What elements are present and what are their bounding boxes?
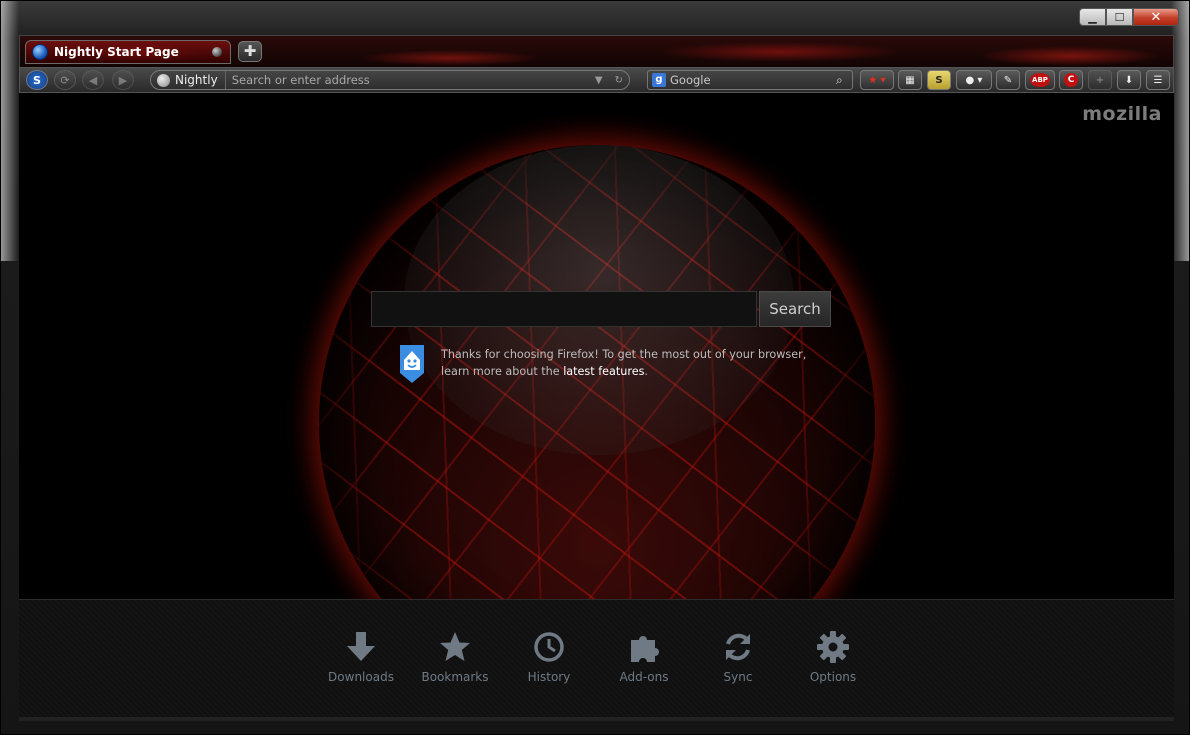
launcher-addons[interactable]: Add-ons <box>602 630 686 684</box>
latest-features-link[interactable]: latest features <box>563 365 644 378</box>
address-input[interactable] <box>225 72 589 88</box>
star-icon <box>440 632 470 661</box>
close-button[interactable]: ✕ <box>1133 8 1179 26</box>
menu-icon[interactable]: ☰ <box>1146 70 1170 90</box>
launcher-bar: Downloads Bookmarks History Add-ons Sync… <box>19 599 1174 718</box>
abp-label: ABP <box>1030 73 1050 87</box>
sync-status-icon[interactable]: ⟳ <box>54 70 76 90</box>
launcher-label: Add-ons <box>619 670 669 684</box>
launcher-sync[interactable]: Sync <box>696 630 780 684</box>
download-arrow-icon <box>347 632 375 661</box>
launcher-label: Options <box>809 670 857 684</box>
downloads-icon[interactable]: ⬇ <box>1117 70 1141 90</box>
start-page-search-input[interactable] <box>371 291 757 327</box>
wrench-icon[interactable]: ✎ <box>996 70 1020 90</box>
extension-icon[interactable]: ● ▾ <box>956 70 992 90</box>
firefox-snippet-icon <box>400 345 424 383</box>
launcher-label: Downloads <box>328 670 394 684</box>
scrapbook-icon[interactable]: S <box>927 70 951 90</box>
minimize-button[interactable]: ▁ <box>1079 8 1106 26</box>
puzzle-icon <box>631 636 659 662</box>
window-caption-buttons: ▁ ☐ ✕ <box>1079 8 1179 26</box>
start-page-content: mozilla Search Thanks for choosing Firef… <box>19 93 1174 599</box>
frame-highlight-left <box>1 1 19 261</box>
snippet-message: Thanks for choosing Firefox! To get the … <box>441 346 831 380</box>
identity-globe-icon <box>157 73 170 87</box>
clock-icon <box>534 632 564 662</box>
c-label: C <box>1064 73 1078 87</box>
launcher-downloads[interactable]: Downloads <box>319 630 403 684</box>
mozilla-logo: mozilla <box>1082 103 1162 125</box>
skype-icon[interactable]: S <box>26 70 48 90</box>
identity-label: Nightly <box>175 73 218 87</box>
tile-view-icon[interactable]: ▦ <box>898 70 922 90</box>
launcher-bookmarks[interactable]: Bookmarks <box>413 630 497 684</box>
navigation-toolbar: S ⟳ ◀ ▶ Nightly ▼ ↻ g ⌕ ★ ▾ ▦ S ● ▾ ✎ AB… <box>19 67 1174 93</box>
tab-strip: Nightly Start Page ✚ <box>19 35 1174 67</box>
tab-title: Nightly Start Page <box>54 45 179 59</box>
sync-icon <box>726 633 750 661</box>
start-page-search-button[interactable]: Search <box>759 291 831 327</box>
identity-box[interactable]: Nightly <box>151 71 226 89</box>
new-tab-button[interactable]: ✚ <box>238 41 262 62</box>
address-bar: Nightly ▼ ↻ <box>150 70 630 90</box>
history-dropdown-icon[interactable]: ▼ <box>589 75 609 86</box>
bottom-border <box>19 717 1174 721</box>
bookmark-star-icon[interactable]: ★ ▾ <box>860 70 894 90</box>
c-extension-icon[interactable]: C <box>1059 70 1083 90</box>
forward-button[interactable]: ▶ <box>112 70 134 90</box>
reload-icon[interactable]: ↻ <box>609 75 629 86</box>
adblock-plus-icon[interactable]: ABP <box>1025 70 1055 90</box>
globe-icon <box>32 44 48 60</box>
maximize-button[interactable]: ☐ <box>1106 8 1133 26</box>
search-bar: g ⌕ <box>647 70 853 90</box>
browser-window: ▁ ☐ ✕ Nightly Start Page ✚ S ⟳ ◀ ▶ Night… <box>0 0 1190 735</box>
back-button[interactable]: ◀ <box>82 70 104 90</box>
gear-icon <box>817 631 849 663</box>
launcher-label: History <box>527 670 571 684</box>
launcher-history[interactable]: History <box>507 630 591 684</box>
snippet-end: . <box>644 365 648 378</box>
search-input[interactable] <box>666 72 836 88</box>
tab-close-icon[interactable] <box>212 47 222 57</box>
launcher-label: Bookmarks <box>421 670 489 684</box>
tab-nightly-start-page[interactable]: Nightly Start Page <box>25 40 231 64</box>
add-icon[interactable]: + <box>1088 70 1112 90</box>
launcher-options[interactable]: Options <box>791 630 875 684</box>
google-engine-icon[interactable]: g <box>652 73 666 87</box>
search-magnifier-icon[interactable]: ⌕ <box>836 73 852 88</box>
launcher-label: Sync <box>723 670 753 684</box>
